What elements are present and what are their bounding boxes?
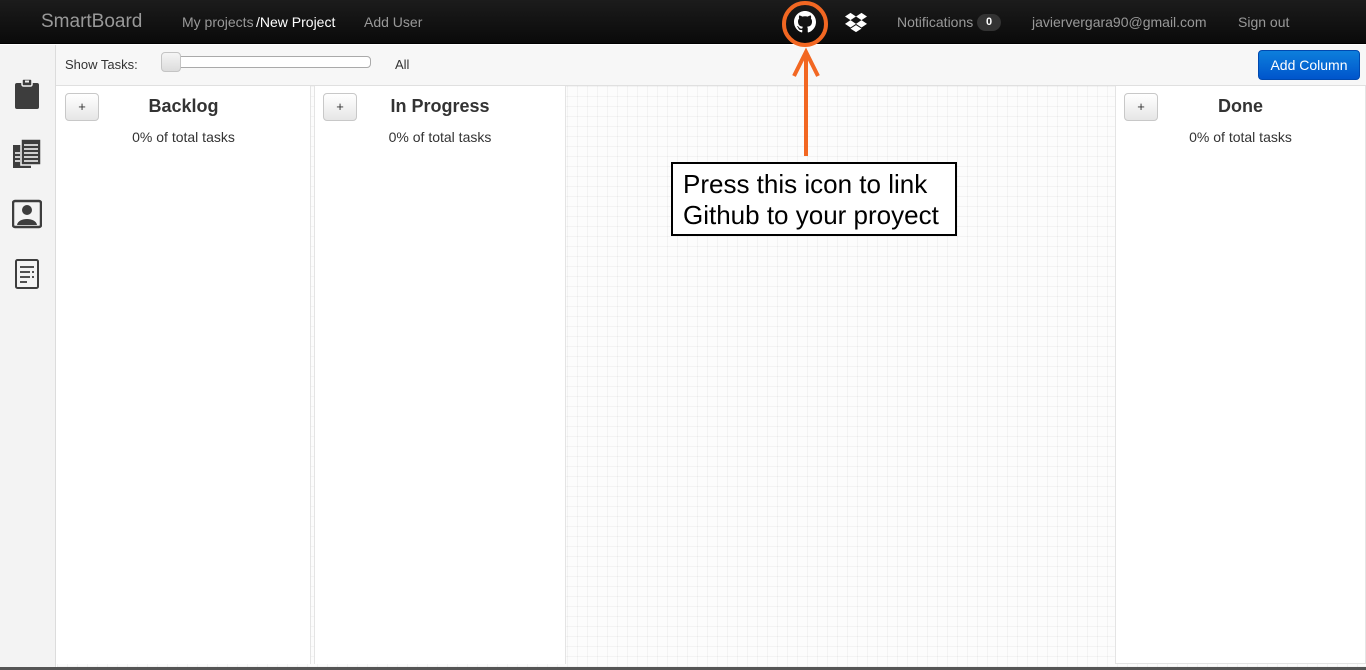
board-toolbar: Show Tasks: All Add Column bbox=[56, 45, 1366, 86]
documents-icon[interactable] bbox=[12, 138, 42, 170]
top-navbar: SmartBoard My projects /New Project Add … bbox=[0, 0, 1366, 44]
notifications-count-badge[interactable]: 0 bbox=[977, 14, 1001, 31]
add-column-button[interactable]: Add Column bbox=[1258, 50, 1360, 80]
column-in-progress: + In Progress 0% of total tasks bbox=[314, 86, 566, 664]
sign-out-link[interactable]: Sign out bbox=[1238, 0, 1289, 44]
report-icon[interactable] bbox=[12, 258, 42, 290]
add-user-link[interactable]: Add User bbox=[364, 0, 422, 44]
column-task-percentage: 0% of total tasks bbox=[1189, 129, 1292, 145]
column-done: + Done 0% of total tasks bbox=[1115, 86, 1366, 664]
annotation-callout: Press this icon to link Github to your p… bbox=[671, 162, 957, 236]
annotation-line-1: Press this icon to link bbox=[683, 169, 928, 199]
user-profile-icon[interactable] bbox=[12, 198, 42, 230]
clipboard-icon[interactable] bbox=[12, 78, 42, 110]
show-tasks-slider[interactable] bbox=[176, 56, 371, 68]
column-task-percentage: 0% of total tasks bbox=[132, 129, 235, 145]
breadcrumb-my-projects[interactable]: My projects bbox=[182, 0, 254, 44]
annotation-arrow-icon bbox=[792, 47, 820, 156]
column-task-percentage: 0% of total tasks bbox=[388, 129, 492, 145]
show-tasks-value: All bbox=[395, 57, 410, 72]
annotation-line-2: Github to your proyect bbox=[683, 200, 939, 230]
show-tasks-label: Show Tasks: bbox=[65, 57, 138, 72]
annotation-highlight-circle bbox=[782, 1, 828, 47]
brand-logo[interactable]: SmartBoard bbox=[41, 0, 142, 44]
breadcrumb-current-project: /New Project bbox=[256, 14, 336, 30]
column-title: In Progress bbox=[390, 96, 490, 116]
column-title: Done bbox=[1218, 96, 1263, 116]
column-backlog: + Backlog 0% of total tasks bbox=[57, 86, 311, 664]
dropbox-icon[interactable] bbox=[845, 11, 867, 33]
column-title: Backlog bbox=[148, 96, 219, 116]
left-sidebar bbox=[0, 45, 56, 670]
notifications-link[interactable]: Notifications bbox=[897, 0, 973, 44]
show-tasks-slider-handle[interactable] bbox=[161, 52, 181, 72]
user-email-link[interactable]: javiervergara90@gmail.com bbox=[1032, 0, 1207, 44]
